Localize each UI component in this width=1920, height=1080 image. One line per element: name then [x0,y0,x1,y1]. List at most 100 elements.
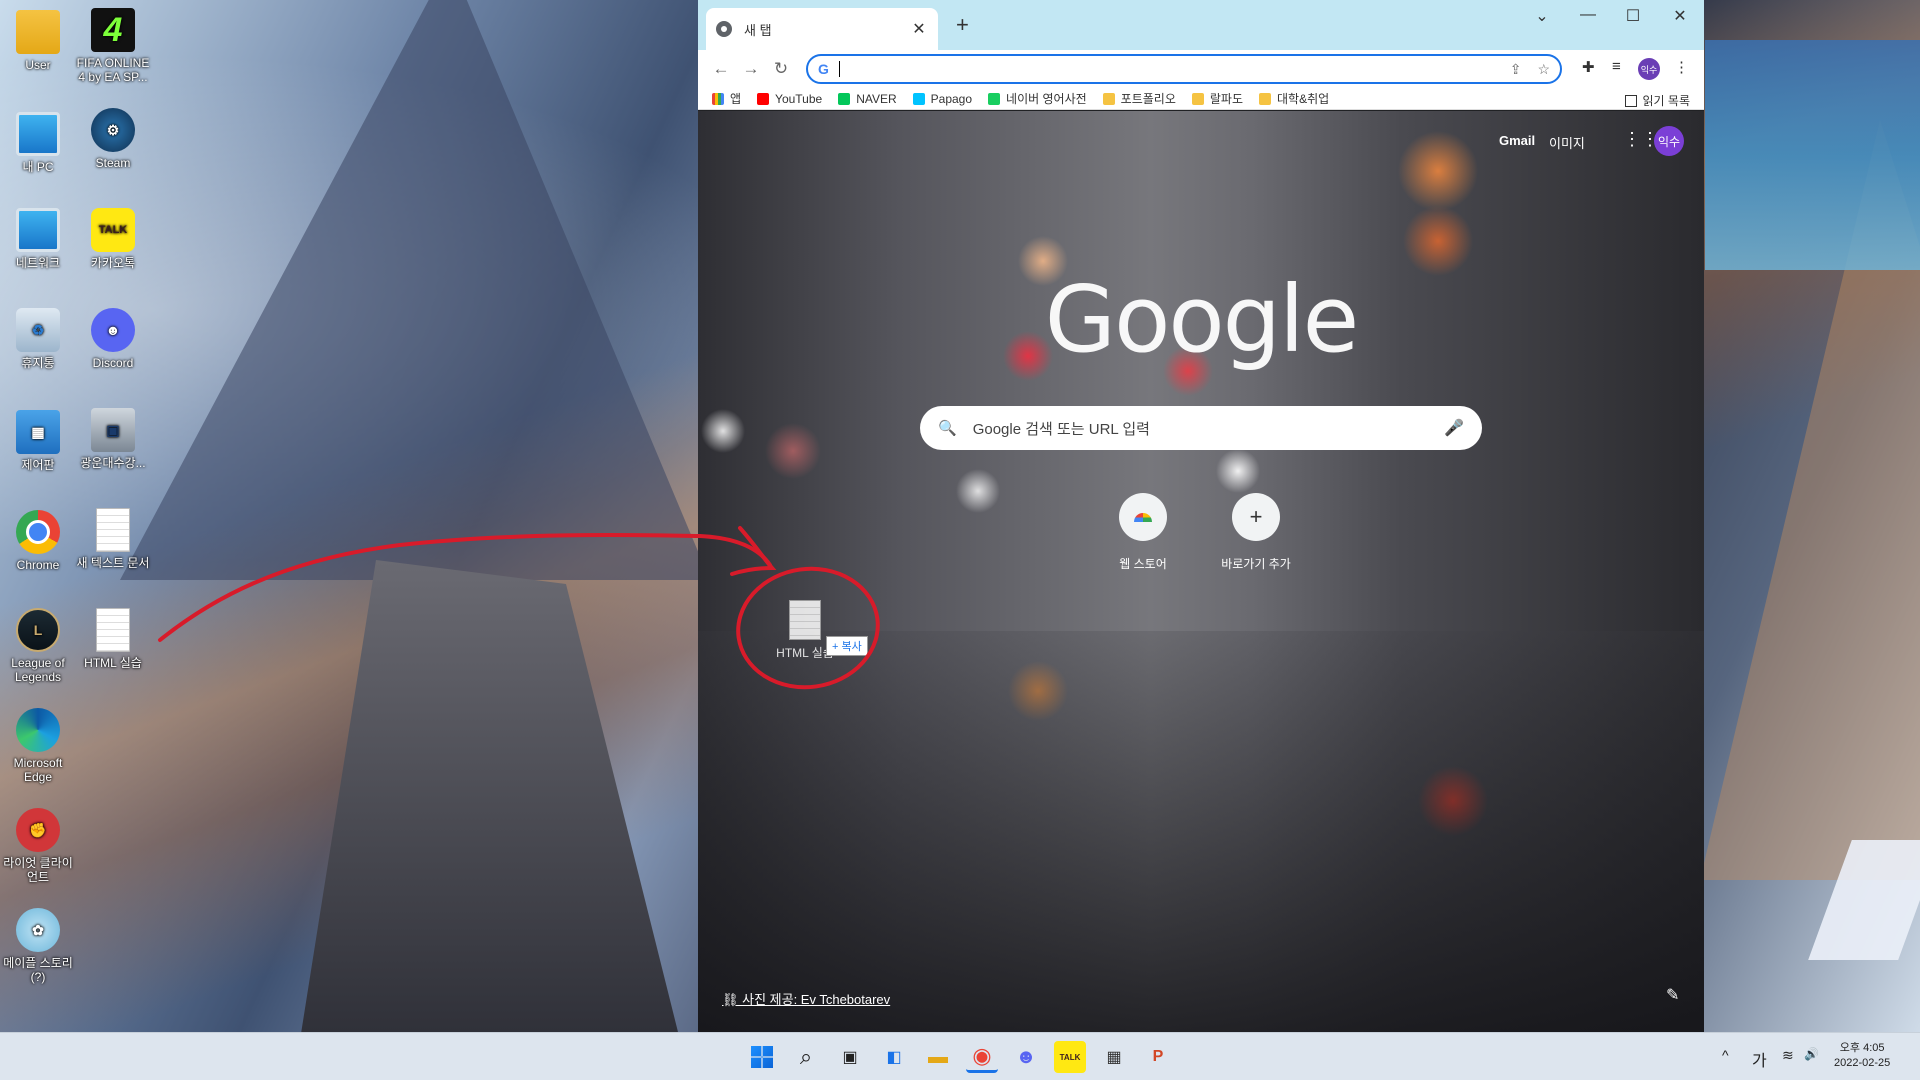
desktop-icon-steam[interactable]: ⚙ Steam [75,108,151,170]
new-tab-page: Gmail 이미지 ⋮⋮⋮ 익수 Google 🔍 Google 검색 또는 U… [698,111,1704,1032]
close-tab-icon[interactable]: ✕ [910,19,928,39]
desktop-icon-user[interactable]: User [0,10,76,72]
volume-icon[interactable]: 🔊 [1804,1047,1819,1061]
powerpoint-icon[interactable]: P [1142,1041,1174,1073]
desktop-icon-kw-course[interactable]: ▣ 광운대수강... [75,408,151,470]
desktop-icon-maple[interactable]: ✿ 메이플 스토리 (?) [0,908,76,984]
desktop-icon-label: Chrome [16,558,60,572]
clock[interactable]: 오후 4:05 2022-02-25 [1834,1041,1890,1071]
bookmark-label: 포트폴리오 [1120,92,1176,106]
folder-icon [1102,92,1115,105]
text-document-icon [96,508,130,552]
desktop-icon-chrome[interactable]: Chrome [0,510,76,572]
customize-pencil-icon[interactable]: ✎ [1666,985,1679,1005]
reading-list-button[interactable]: 읽기 목록 [1624,92,1691,109]
profile-avatar[interactable]: 익수 [1654,126,1684,156]
kakaotalk-taskbar-icon[interactable]: TALK [1054,1041,1086,1073]
folder-icon [1258,92,1271,105]
fifa-icon: 4 [91,8,135,52]
media-control-icon[interactable]: ≡ [1612,58,1621,75]
bookmark-label: Papago [930,91,973,106]
menu-icon[interactable]: ⋮ [1674,58,1689,76]
bookmark-folder-univ-job[interactable]: 대학&취업 [1258,90,1329,107]
desktop-icon-label: FIFA ONLINE 4 by EA SP... [76,56,150,84]
minimize-button[interactable]: — [1568,6,1608,24]
folder-icon [16,10,60,54]
desktop-icon-recycle-bin[interactable]: ♻ 휴지통 [0,308,76,370]
desktop-icon-label: 내 PC [22,160,54,174]
naver-icon [838,92,851,105]
share-icon[interactable]: ⇪ [1510,61,1522,78]
images-link[interactable]: 이미지 [1549,133,1585,152]
widgets-icon[interactable]: ◧ [878,1041,910,1073]
desktop-icon-league[interactable]: L League of Legends [0,608,76,684]
address-bar-actions: ⇪ ☆ [1510,61,1550,78]
reading-list-label: 읽기 목록 [1642,94,1691,108]
photo-credit-link[interactable]: ⛓ 사진 제공: Ev Tchebotarev [722,989,890,1008]
ime-indicator[interactable]: 가 [1752,1047,1767,1071]
bookmark-label: NAVER [856,91,897,106]
web-store-icon [1119,493,1167,541]
wallpaper-mountain [120,0,710,580]
tab-search-icon[interactable]: ⌄ [1522,6,1562,26]
tab-new-tab[interactable]: 새 탭 ✕ [706,8,938,50]
bookmark-folder-ralpado[interactable]: 랄파도 [1191,90,1243,107]
google-g-icon: G [818,61,829,77]
html-document-icon [96,608,130,652]
chrome-taskbar-icon[interactable]: ◉ [966,1041,998,1073]
gmail-link[interactable]: Gmail [1499,133,1535,148]
desktop-icon-my-pc[interactable]: 내 PC [0,112,76,174]
task-view-icon[interactable]: ▣ [834,1041,866,1073]
riot-icon: ✊ [16,808,60,852]
bookmark-naver[interactable]: NAVER [838,91,897,106]
profile-avatar-small[interactable]: 익수 [1638,58,1660,80]
bookmark-papago[interactable]: Papago [912,91,973,106]
file-explorer-icon[interactable]: ▬ [922,1041,954,1073]
desktop-icon-kakaotalk[interactable]: TALK 카카오톡 [75,208,151,270]
tab-title: 새 탭 [744,22,772,38]
calculator-icon[interactable]: ▦ [1098,1041,1130,1073]
shortcut-web-store[interactable]: 웹 스토어 [1087,481,1199,572]
bookmark-naver-dict[interactable]: 네이버 영어사전 [988,90,1087,107]
microphone-icon[interactable]: 🎤 [1444,418,1464,438]
new-tab-button[interactable]: + [956,12,969,38]
desktop-icon-riot[interactable]: ✊ 라이엇 클라이언트 [0,808,76,884]
taskbar-search-icon[interactable]: ⌕ [790,1041,822,1073]
monitor-icon [16,112,60,156]
desktop-icon-label: 휴지통 [21,356,55,370]
forward-button[interactable]: → [736,59,766,79]
close-window-button[interactable]: ✕ [1660,6,1700,26]
clock-date: 2022-02-25 [1834,1057,1891,1069]
search-box[interactable]: 🔍 Google 검색 또는 URL 입력 🎤 [920,406,1482,450]
recycle-bin-icon: ♻ [16,308,60,352]
desktop-icon-edge[interactable]: Microsoft Edge [0,708,76,784]
youtube-icon [757,92,770,105]
extensions-icon[interactable]: ✚ [1582,58,1595,76]
shortcut-pc-icon: ▣ [91,408,135,452]
desktop-icon-label: Microsoft Edge [13,756,63,784]
show-hidden-icons[interactable]: ^ [1722,1047,1729,1063]
chrome-window: 새 탭 ✕ + ⌄ — ☐ ✕ ← → ↻ G ⇪ ☆ ✚ ≡ 익수 ⋮ 앱 Y… [698,0,1704,1032]
back-button[interactable]: ← [706,59,736,79]
bookmark-apps[interactable]: 앱 [712,90,741,107]
desktop-icon-fifa[interactable]: 4 FIFA ONLINE 4 by EA SP... [75,8,151,84]
maximize-button[interactable]: ☐ [1613,6,1653,26]
league-icon: L [16,608,60,652]
desktop-icon-label: Steam [95,156,131,170]
desktop-icon-control-panel[interactable]: ▦ 제어판 [0,410,76,472]
bookmark-star-icon[interactable]: ☆ [1537,61,1550,78]
reload-button[interactable]: ↻ [766,59,796,79]
folder-icon [1191,92,1204,105]
desktop-icon-discord[interactable]: ☻ Discord [75,308,151,370]
address-bar[interactable]: G ⇪ ☆ [806,54,1562,84]
desktop-icon-network[interactable]: 네트워크 [0,208,76,270]
desktop-icon-new-text[interactable]: 새 텍스트 문서 [75,508,151,570]
discord-taskbar-icon[interactable]: ☻ [1010,1041,1042,1073]
start-button[interactable] [746,1041,778,1073]
shortcut-add[interactable]: + 바로가기 추가 [1200,481,1312,572]
chrome-icon [16,510,60,554]
wifi-icon[interactable]: ≋ [1782,1047,1794,1064]
desktop-icon-html-practice[interactable]: HTML 실습 [75,608,151,670]
bookmark-folder-portfolio[interactable]: 포트폴리오 [1102,90,1176,107]
bookmark-youtube[interactable]: YouTube [757,92,822,106]
